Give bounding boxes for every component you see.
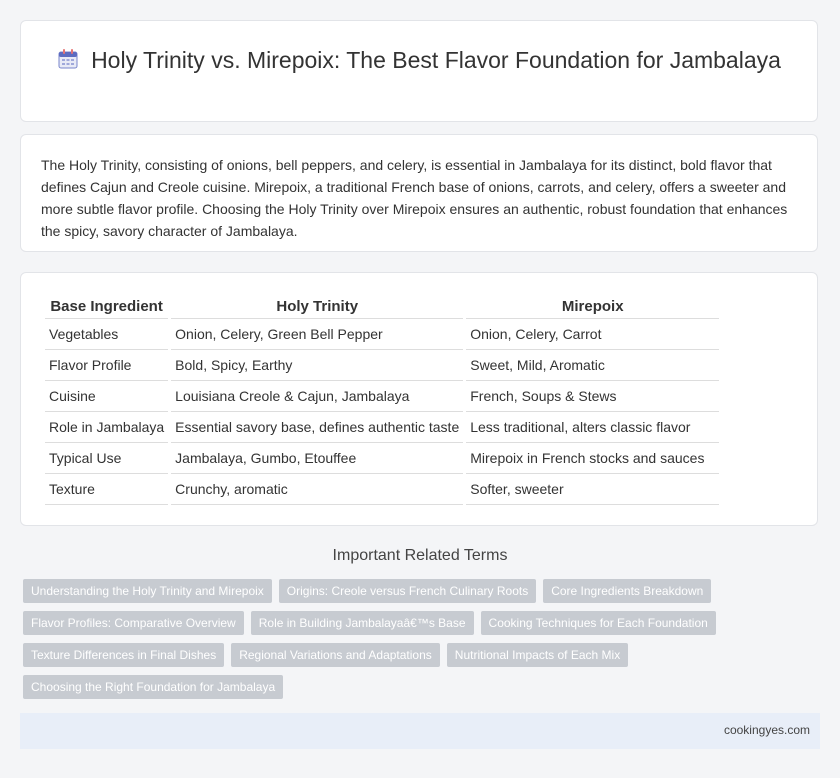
table-cell: Onion, Celery, Green Bell Pepper xyxy=(171,319,464,350)
related-term-tag[interactable]: Nutritional Impacts of Each Mix xyxy=(446,643,629,667)
related-terms-row: Understanding the Holy Trinity and Mirep… xyxy=(23,579,813,603)
related-terms-row: Flavor Profiles: Comparative Overview Rol… xyxy=(23,611,813,635)
footer-site[interactable]: cookingyes.com xyxy=(724,723,810,737)
table-cell: Bold, Spicy, Earthy xyxy=(171,350,464,381)
table-cell: Onion, Celery, Carrot xyxy=(466,319,720,350)
related-term-tag[interactable]: Core Ingredients Breakdown xyxy=(543,579,712,603)
related-term-tag[interactable]: Regional Variations and Adaptations xyxy=(231,643,440,667)
footer: cookingyes.com xyxy=(20,713,820,749)
table-row: Flavor Profile Bold, Spicy, Earthy Sweet, … xyxy=(45,350,720,381)
related-term-tag[interactable]: Choosing the Right Foundation for Jambal… xyxy=(23,675,284,699)
related-term-tag[interactable]: Origins: Creole versus French Culinary R… xyxy=(278,579,537,603)
table-cell: Sweet, Mild, Aromatic xyxy=(466,350,720,381)
comparison-table: Base Ingredient Holy Trinity Mirepoix Ve… xyxy=(45,295,720,505)
table-cell: Role in Jambalaya xyxy=(45,412,169,443)
table-cell: Cuisine xyxy=(45,381,169,412)
table-row: Vegetables Onion, Celery, Green Bell Pepp… xyxy=(45,319,720,350)
related-terms-list: Understanding the Holy Trinity and Mirep… xyxy=(23,579,813,707)
table-cell: Flavor Profile xyxy=(45,350,169,381)
table-cell: Less traditional, alters classic flavor xyxy=(466,412,720,443)
table-cell: Mirepoix in French stocks and sauces xyxy=(466,443,720,474)
col-header-holy-trinity: Holy Trinity xyxy=(171,295,464,319)
related-terms-row: Choosing the Right Foundation for Jambal… xyxy=(23,675,813,699)
table-header-row: Base Ingredient Holy Trinity Mirepoix xyxy=(45,295,720,319)
intro-paragraph: The Holy Trinity, consisting of onions, … xyxy=(41,157,788,239)
table-cell: Essential savory base, defines authentic… xyxy=(171,412,464,443)
comparison-card: Base Ingredient Holy Trinity Mirepoix Ve… xyxy=(20,272,818,526)
table-row: Cuisine Louisiana Creole & Cajun, Jambala… xyxy=(45,381,720,412)
related-term-tag[interactable]: Flavor Profiles: Comparative Overview xyxy=(23,611,244,635)
related-term-tag[interactable]: Understanding the Holy Trinity and Mirep… xyxy=(23,579,272,603)
col-header-base: Base Ingredient xyxy=(45,295,169,319)
table-cell: Louisiana Creole & Cajun, Jambalaya xyxy=(171,381,464,412)
table-cell: Softer, sweeter xyxy=(466,474,720,505)
intro-card: The Holy Trinity, consisting of onions, … xyxy=(20,134,818,252)
title-card: Holy Trinity vs. Mirepoix: The Best Flav… xyxy=(20,20,818,122)
table-cell: French, Soups & Stews xyxy=(466,381,720,412)
table-row: Typical Use Jambalaya, Gumbo, Etouffee Mir… xyxy=(45,443,720,474)
table-row: Role in Jambalaya Essential savory base, … xyxy=(45,412,720,443)
table-row: Texture Crunchy, aromatic Softer, sweeter xyxy=(45,474,720,505)
col-header-mirepoix: Mirepoix xyxy=(466,295,720,319)
table-cell: Typical Use xyxy=(45,443,169,474)
table-cell: Jambalaya, Gumbo, Etouffee xyxy=(171,443,464,474)
table-cell: Texture xyxy=(45,474,169,505)
table-cell: Crunchy, aromatic xyxy=(171,474,464,505)
related-terms-title: Important Related Terms xyxy=(332,547,508,564)
page-title: Holy Trinity vs. Mirepoix: The Best Flav… xyxy=(91,47,781,73)
related-terms-row: Texture Differences in Final Dishes Regio… xyxy=(23,643,813,667)
related-term-tag[interactable]: Role in Building Jambalayaâ€™s Base xyxy=(250,611,474,635)
page-title-row: Holy Trinity vs. Mirepoix: The Best Flav… xyxy=(21,45,817,75)
calendar-icon xyxy=(57,48,79,70)
related-term-tag[interactable]: Texture Differences in Final Dishes xyxy=(23,643,225,667)
table-cell: Vegetables xyxy=(45,319,169,350)
related-term-tag[interactable]: Cooking Techniques for Each Foundation xyxy=(480,611,716,635)
